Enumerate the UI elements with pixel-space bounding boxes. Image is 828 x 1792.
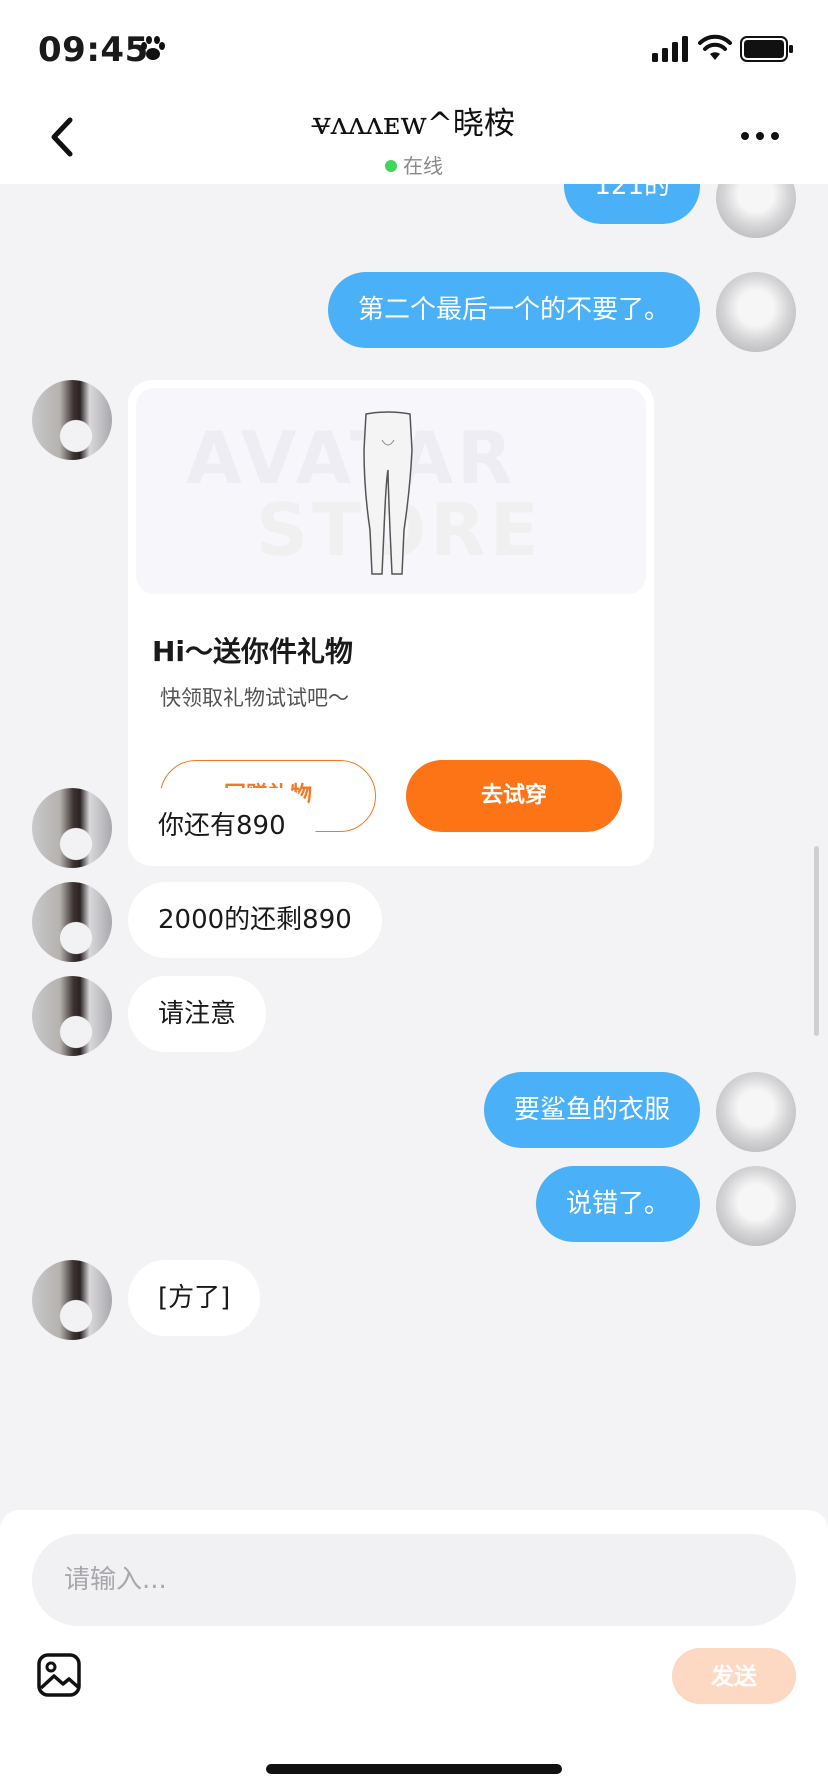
try-on-button[interactable]: 去试穿 (406, 760, 622, 832)
online-dot-icon (385, 160, 397, 172)
send-button[interactable]: 发送 (672, 1648, 796, 1704)
gift-product-image[interactable]: AVATAR STORE (136, 388, 646, 594)
my-avatar[interactable] (716, 272, 796, 352)
home-indicator[interactable] (266, 1764, 562, 1774)
message-bubble-outgoing[interactable]: 说错了。 (535, 1166, 700, 1242)
message-bubble-outgoing[interactable]: 要鲨鱼的衣服 (483, 1072, 700, 1148)
chat-header: ᴠ̶ᴧᴧᴧᴇᴡ^晓桉 在线 (0, 92, 828, 184)
cellular-signal-icon (652, 36, 688, 62)
paw-icon (141, 36, 165, 60)
my-avatar[interactable] (716, 1166, 796, 1246)
my-avatar[interactable] (716, 184, 796, 238)
message-input[interactable] (32, 1534, 796, 1626)
message-bubble-outgoing[interactable]: 第二个最后一个的不要了。 (327, 272, 700, 348)
message-bubble-outgoing[interactable]: 121的 (564, 184, 700, 224)
gift-subtitle: 快领取礼物试试吧～ (160, 686, 349, 710)
message-bubble-incoming[interactable]: [方了] (128, 1260, 261, 1336)
gift-title: Hi～送你件礼物 (152, 635, 354, 668)
scrollbar[interactable] (814, 846, 819, 1036)
image-picker-icon[interactable] (36, 1652, 82, 1698)
wifi-icon (698, 34, 732, 60)
contact-avatar[interactable] (32, 882, 112, 962)
my-avatar[interactable] (716, 1072, 796, 1152)
contact-avatar[interactable] (32, 1260, 112, 1340)
online-status: 在线 (0, 150, 828, 179)
message-bubble-incoming[interactable]: 你还有890 (128, 788, 316, 864)
status-time: 09:45 (38, 30, 149, 70)
leggings-icon (363, 411, 413, 575)
online-status-label: 在线 (403, 154, 443, 178)
message-bubble-incoming[interactable]: 2000的还剩890 (128, 882, 382, 958)
contact-avatar[interactable] (32, 380, 112, 460)
message-list[interactable]: 121的 第二个最后一个的不要了。 AVATAR STORE Hi～送你件礼物 … (0, 184, 828, 1510)
status-bar: 09:45 (0, 0, 828, 92)
contact-name: ᴠ̶ᴧᴧᴧᴇᴡ^晓桉 (313, 106, 515, 142)
composer: 发送 (0, 1510, 828, 1792)
message-bubble-incoming[interactable]: 请注意 (128, 976, 267, 1052)
more-options-icon[interactable] (740, 130, 780, 142)
contact-avatar[interactable] (32, 976, 112, 1056)
contact-avatar[interactable] (32, 788, 112, 868)
battery-icon (740, 36, 793, 62)
